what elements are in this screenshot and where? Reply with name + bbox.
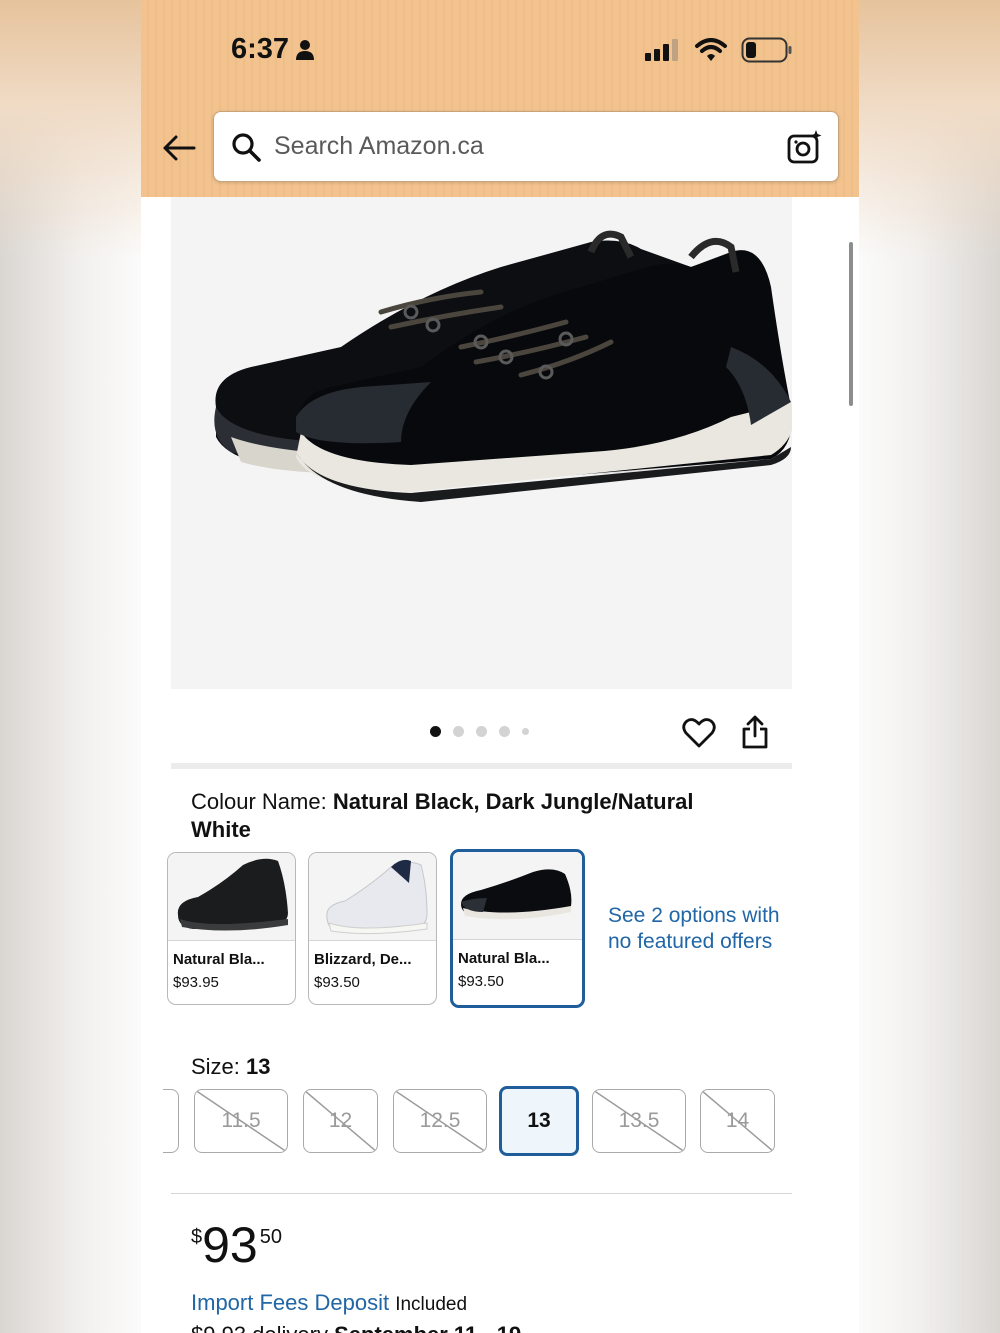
carousel-dot[interactable] [453,726,464,737]
status-time-text: 6:37 [231,33,290,65]
search-icon [232,132,261,162]
import-fees-line: Import Fees Deposit Included [191,1290,467,1316]
status-icons [645,37,793,63]
swatch-image [309,853,436,941]
size-option-unavailable[interactable]: 12 [303,1089,378,1153]
swatch-shoe-white-icon [326,859,428,935]
carousel-dots [430,726,529,737]
see-options-link[interactable]: See 2 options with no featured offers [608,903,808,955]
size-value: 13 [246,1054,271,1079]
swatch-name: Blizzard, De... [314,951,412,968]
camera-search-icon[interactable] [786,129,822,165]
import-fees-status: Included [395,1294,468,1315]
swatch-name: Natural Bla... [458,950,550,967]
person-icon [296,39,315,60]
carousel-dot[interactable] [430,726,441,737]
heart-icon[interactable] [682,716,716,750]
carousel-dot[interactable] [499,726,510,737]
arrow-left-icon [163,135,196,161]
swatch-image [453,852,582,940]
strikethrough-icon [394,1090,486,1152]
swatch-shoe-black-icon [177,858,288,931]
carousel-dot[interactable] [476,726,487,737]
battery-icon [741,37,792,63]
size-label: Size: [191,1054,240,1079]
section-divider [171,1193,792,1194]
strikethrough-icon [701,1090,774,1152]
strikethrough-icon [304,1090,377,1152]
size-option-partial[interactable] [163,1089,179,1153]
delivery-prefix: $9.93 delivery [191,1322,328,1333]
swatch-price: $93.50 [314,974,360,991]
colour-swatch[interactable]: Natural Bla... $93.95 [167,852,296,1005]
swatch-shoe-selected-icon [461,869,572,920]
size-option-label: 13 [527,1109,551,1132]
size-option-selected[interactable]: 13 [499,1086,579,1156]
price-fraction: 50 [259,1226,282,1248]
search-input[interactable] [274,132,754,161]
status-time: 6:37 [231,33,315,66]
carousel-dot[interactable] [522,728,529,735]
product-image-carousel[interactable] [171,197,794,689]
search-bar[interactable] [213,111,839,182]
colour-name-line: Colour Name: Natural Black, Dark Jungle/… [191,788,751,844]
delivery-date: September 11 - 19 [334,1322,521,1333]
swatch-price: $93.95 [173,974,219,991]
back-button[interactable] [159,130,199,166]
import-fees-link[interactable]: Import Fees Deposit [191,1290,389,1315]
section-divider [171,763,792,769]
share-icon[interactable] [740,714,770,750]
scrollbar[interactable] [849,242,853,406]
colour-swatch-selected[interactable]: Natural Bla... $93.50 [450,849,585,1008]
price-display: $ 93 50 [191,1218,282,1272]
price-whole: 93 [202,1217,258,1273]
strikethrough-icon [195,1090,287,1152]
size-line: Size: 13 [191,1054,271,1080]
swatch-price: $93.50 [458,973,504,990]
size-option-unavailable[interactable]: 12.5 [393,1089,487,1153]
size-option-unavailable[interactable]: 14 [700,1089,775,1153]
delivery-line: $9.93 delivery September 11 - 19 [191,1322,521,1333]
wifi-icon [695,38,727,61]
size-option-unavailable[interactable]: 11.5 [194,1089,288,1153]
colour-label: Colour Name: [191,789,327,814]
size-option-unavailable[interactable]: 13.5 [592,1089,686,1153]
swatch-name: Natural Bla... [173,951,265,968]
app-header: 6:37 [141,0,859,197]
sneaker-image [214,230,794,502]
phone-screen: 6:37 Search Amazon.ca Colour Name: Natur… [141,0,859,1333]
cellular-signal-icon [645,39,678,61]
strikethrough-icon [593,1090,685,1152]
swatch-image [168,853,295,941]
colour-swatch[interactable]: Blizzard, De... $93.50 [308,852,437,1005]
price-symbol: $ [191,1226,203,1248]
